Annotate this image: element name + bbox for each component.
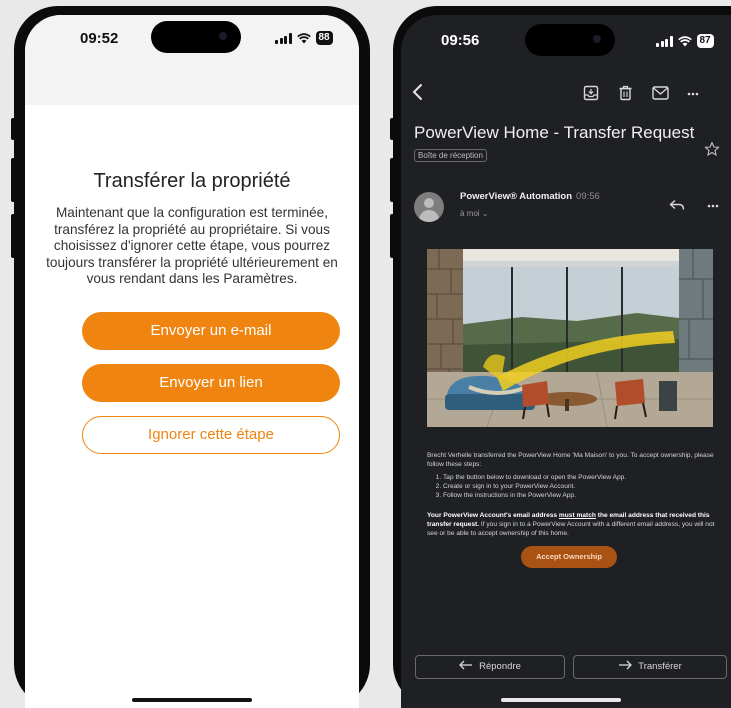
wifi-icon [677, 35, 692, 46]
reply-icon[interactable] [669, 199, 685, 211]
home-indicator [501, 698, 621, 702]
status-time: 09:52 [80, 30, 119, 47]
more-icon[interactable] [687, 92, 699, 96]
page-title: Transférer la propriété [93, 170, 291, 192]
description-line: choisissez d'ignorer cette étape, vous p… [53, 238, 331, 253]
forward-label: Transférer [638, 661, 682, 672]
phone-email: 09:56 87 PowerView Home - Transfer Reque… [393, 6, 731, 708]
wifi-icon [296, 32, 311, 43]
home-indicator [132, 698, 252, 702]
dynamic-island [151, 21, 241, 53]
skip-step-button[interactable]: Ignorer cette étape [82, 416, 340, 454]
sender-line: PowerView® Automation 09:56 [460, 191, 600, 202]
archive-icon[interactable] [583, 85, 599, 101]
status-icons: 87 [656, 34, 714, 48]
email-intro: Brecht Verhelle transferred the PowerVie… [427, 452, 714, 468]
description-line: vous rendant dans les Paramètres. [86, 271, 298, 286]
status-icons: 88 [275, 31, 333, 45]
step-item: Create or sign in to your PowerView Acco… [443, 482, 717, 491]
sent-time: 09:56 [576, 191, 600, 202]
email-screen: 09:56 87 PowerView Home - Transfer Reque… [401, 15, 731, 708]
phone-setup: 09:52 88 Transférer la propriété Mainten… [14, 6, 370, 708]
reply-label: Répondre [479, 661, 521, 672]
warning-underlined: must match [558, 512, 596, 519]
forward-button[interactable]: Transférer [573, 655, 727, 679]
description-line: toujours transférer la propriété ultérie… [46, 254, 338, 270]
email-subject: PowerView Home - Transfer Request [414, 123, 695, 142]
step-item: Tap the button below to download or open… [443, 473, 717, 482]
battery-indicator: 87 [696, 34, 714, 48]
send-link-button[interactable]: Envoyer un lien [82, 364, 340, 402]
step-item: Follow the instructions in the PowerView… [443, 491, 717, 500]
forward-icon [619, 660, 633, 670]
setup-screen: 09:52 88 Transférer la propriété Mainten… [25, 15, 359, 708]
more-icon[interactable] [707, 204, 719, 208]
star-icon[interactable] [704, 141, 720, 157]
steps-list: Tap the button below to download or open… [427, 473, 717, 500]
accept-ownership-button[interactable]: Accept Ownership [521, 546, 617, 568]
back-arrow-icon[interactable] [411, 83, 425, 101]
warning-bold: Your PowerView Account's email address [427, 512, 559, 519]
battery-indicator: 88 [315, 31, 333, 45]
hero-room-image [427, 249, 713, 427]
reply-icon [459, 660, 473, 670]
status-time: 09:56 [441, 32, 480, 49]
signal-icon [275, 32, 292, 44]
description-line: Maintenant que la configuration est term… [55, 205, 329, 220]
recipient-dropdown[interactable]: à moi ⌄ [460, 209, 489, 218]
reply-button[interactable]: Répondre [415, 655, 565, 679]
send-email-button[interactable]: Envoyer un e-mail [82, 312, 340, 350]
email-warning: Your PowerView Account's email address m… [427, 511, 717, 538]
signal-icon [656, 35, 673, 47]
description-text: Maintenant que la configuration est term… [25, 205, 359, 288]
trash-icon[interactable] [618, 85, 633, 101]
mail-icon[interactable] [652, 86, 669, 100]
sender-avatar [414, 192, 444, 222]
sender-name: PowerView® Automation [460, 191, 573, 202]
dynamic-island [525, 24, 615, 56]
description-line: transférez la propriété au propriétaire.… [54, 221, 330, 237]
inbox-label[interactable]: Boîte de réception [414, 149, 487, 162]
